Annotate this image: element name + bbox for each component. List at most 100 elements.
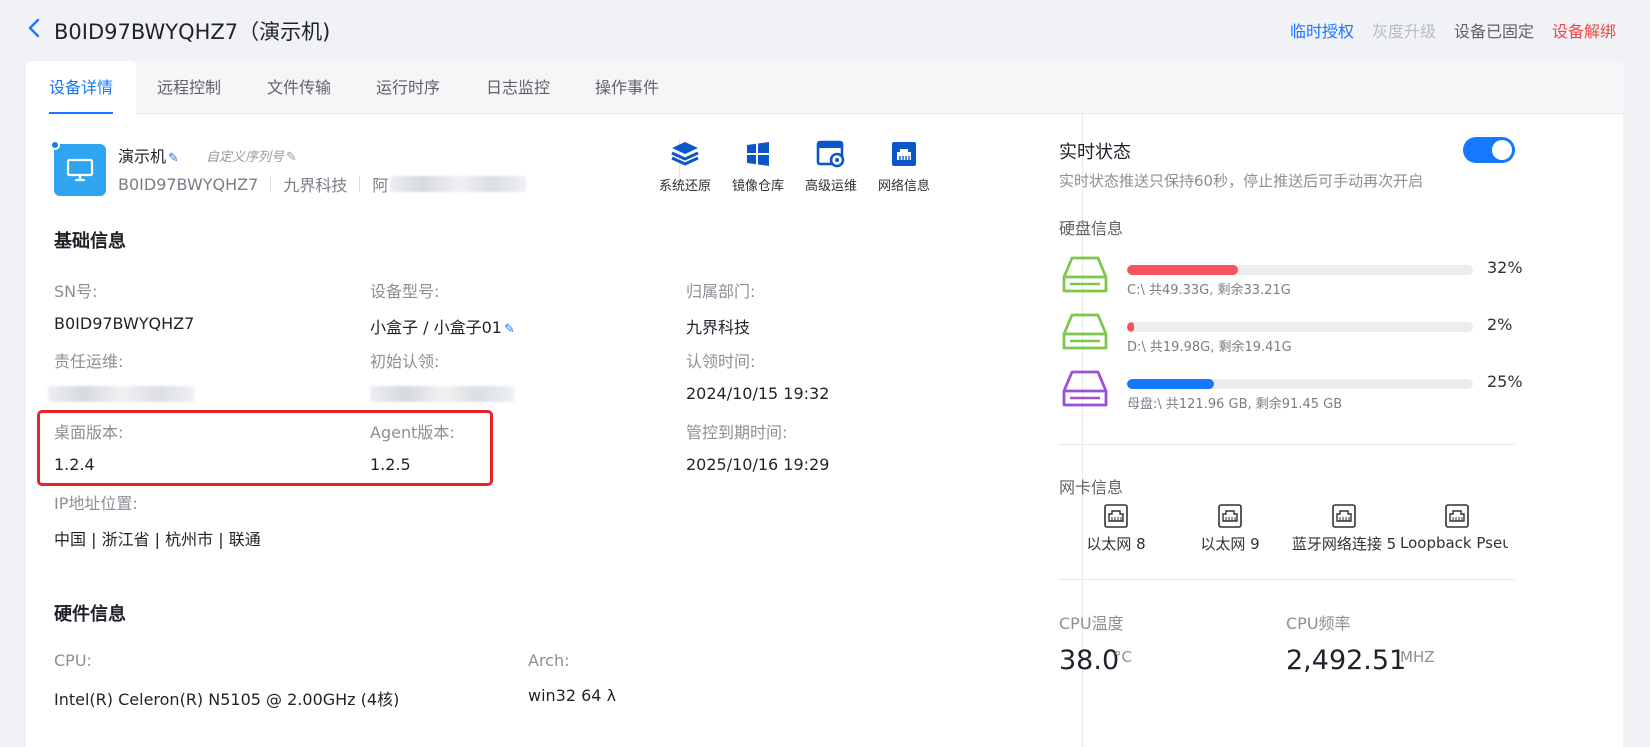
- device-sn: B0ID97BWYQHZ7: [118, 174, 259, 194]
- arch-label: Arch:: [528, 651, 570, 670]
- cpu-label: CPU:: [54, 651, 92, 670]
- window-gear-icon: [816, 140, 845, 168]
- nic-name: 以太网 9: [1200, 535, 1260, 553]
- ethernet-port-icon: [1445, 504, 1469, 528]
- disk-usage-bar: [1127, 379, 1473, 389]
- ethernet-port-icon: [1332, 504, 1356, 528]
- device-subinfo: B0ID97BWYQHZ7 九界科技 阿: [118, 172, 527, 196]
- version-highlight-box: [37, 410, 493, 486]
- divider: [1059, 444, 1515, 445]
- device-name: 演示机 ✎: [118, 143, 179, 167]
- redacted-claim: [370, 386, 514, 402]
- advanced-ops-button[interactable]: 高级运维: [799, 139, 863, 194]
- dept-value: 九界科技: [686, 318, 751, 337]
- disk-capacity-info: C:\ 共49.33G, 剩余33.21G: [1127, 283, 1291, 298]
- expire-label: 管控到期时间:: [686, 423, 788, 442]
- tool-label: 网络信息: [877, 179, 930, 194]
- dept-label: 归属部门:: [686, 282, 756, 301]
- header-actions: 临时授权 灰度升级 设备已固定 设备解绑: [1290, 18, 1616, 42]
- claim-time-label: 认领时间:: [686, 352, 756, 371]
- tool-label: 系统还原: [658, 179, 711, 194]
- tab-operation-events[interactable]: 操作事件: [595, 61, 659, 114]
- expire-value: 2025/10/16 19:29: [686, 455, 830, 474]
- tab-remote-control[interactable]: 远程控制: [157, 61, 221, 114]
- cpu-temp-label: CPU温度: [1059, 614, 1124, 633]
- cpu-freq-unit: MHZ: [1400, 648, 1435, 666]
- hard-disk-icon: [1062, 312, 1108, 356]
- tool-label: 镜像仓库: [731, 179, 784, 194]
- device-extra-prefix: 阿: [372, 176, 389, 195]
- device-fixed-button[interactable]: 设备已固定: [1454, 18, 1534, 42]
- nic-name: Loopback Pseudo: [1400, 534, 1508, 552]
- custom-sn-field[interactable]: 自定义序列号 ✎: [206, 146, 297, 165]
- edit-sn-icon[interactable]: ✎: [286, 150, 297, 165]
- ip-value: 中国 | 浙江省 | 杭州市 | 联通: [54, 530, 261, 549]
- disk-info-title: 硬盘信息: [1059, 219, 1124, 238]
- disk-usage-percent: 2%: [1487, 315, 1513, 334]
- edit-model-icon[interactable]: ✎: [504, 322, 515, 337]
- tab-log-monitor[interactable]: 日志监控: [486, 61, 550, 114]
- cpu-temp-value: 38.0: [1059, 645, 1120, 676]
- realtime-title: 实时状态: [1059, 142, 1131, 163]
- nic-item[interactable]: 蓝牙网络连接 5: [1286, 503, 1402, 554]
- cpu-temp-unit: °C: [1114, 648, 1132, 666]
- nic-name: 蓝牙网络连接 5: [1291, 535, 1397, 553]
- disk-usage-percent: 32%: [1487, 258, 1523, 277]
- nic-item[interactable]: 以太网 8: [1058, 503, 1174, 554]
- edit-name-icon[interactable]: ✎: [168, 151, 179, 166]
- device-detail-card: 设备详情 远程控制 文件传输 运行时序 日志监控 操作事件 演示机 ✎ 自定义序列…: [26, 61, 1623, 747]
- tool-label: 高级运维: [804, 179, 857, 194]
- model-label: 设备型号:: [370, 282, 440, 301]
- system-restore-button[interactable]: 系统还原: [653, 139, 717, 194]
- gray-upgrade-button[interactable]: 灰度升级: [1372, 18, 1436, 42]
- disk-usage-bar: [1127, 322, 1473, 332]
- windows-icon: [747, 142, 769, 166]
- back-arrow-icon[interactable]: [24, 16, 44, 40]
- disk-capacity-info: 母盘:\ 共121.96 GB, 剩余91.45 GB: [1127, 397, 1343, 412]
- hardware-info-title: 硬件信息: [54, 604, 126, 625]
- divider: [1059, 579, 1515, 580]
- page-title: B0ID97BWYQHZ7（演示机): [54, 20, 331, 44]
- disk-usage-fill: [1127, 322, 1134, 332]
- divider: [270, 176, 272, 192]
- hard-disk-icon: [1062, 255, 1108, 299]
- disk-capacity-info: D:\ 共19.98G, 剩余19.41G: [1127, 340, 1292, 355]
- cpu-freq-value: 2,492.51: [1286, 645, 1407, 676]
- arch-value: win32 64 λ: [528, 686, 617, 705]
- network-port-icon: [892, 142, 916, 166]
- hard-disk-icon: [1062, 369, 1108, 413]
- network-info-button[interactable]: 网络信息: [872, 139, 936, 194]
- realtime-toggle[interactable]: [1463, 137, 1515, 163]
- nic-info-title: 网卡信息: [1059, 478, 1124, 497]
- disk-usage-percent: 25%: [1487, 372, 1523, 391]
- layers-icon: [671, 142, 699, 166]
- nic-item[interactable]: 以太网 9: [1172, 503, 1288, 554]
- sn-value: B0ID97BWYQHZ7: [54, 314, 195, 333]
- custom-sn-placeholder: 自定义序列号: [206, 150, 285, 165]
- cpu-value: Intel(R) Celeron(R) N5105 @ 2.00GHz (4核): [54, 690, 400, 709]
- cpu-freq-label: CPU频率: [1286, 614, 1351, 633]
- claim-label: 初始认领:: [370, 352, 440, 371]
- model-value: 小盒子 / 小盒子01 ✎: [370, 314, 515, 338]
- ops-label: 责任运维:: [54, 352, 124, 371]
- tab-file-transfer[interactable]: 文件传输: [267, 61, 331, 114]
- device-name-text: 演示机: [118, 147, 167, 166]
- nic-name: 以太网 8: [1086, 535, 1146, 553]
- basic-info-title: 基础信息: [54, 231, 126, 252]
- tab-bar: 设备详情 远程控制 文件传输 运行时序 日志监控 操作事件: [26, 61, 1623, 114]
- ethernet-port-icon: [1104, 504, 1128, 528]
- image-repo-button[interactable]: 镜像仓库: [726, 139, 790, 194]
- sn-label: SN号:: [54, 282, 98, 301]
- monitor-icon: [54, 144, 106, 196]
- ethernet-port-icon: [1218, 504, 1242, 528]
- divider: [359, 176, 361, 192]
- claim-time-value: 2024/10/15 19:32: [686, 384, 830, 403]
- nic-item[interactable]: Loopback Pseudo: [1400, 503, 1508, 552]
- tab-runtime-sequence[interactable]: 运行时序: [376, 61, 440, 114]
- device-unbind-button[interactable]: 设备解绑: [1552, 18, 1616, 42]
- online-status-dot: [50, 140, 60, 150]
- temp-auth-button[interactable]: 临时授权: [1290, 18, 1354, 42]
- disk-usage-bar: [1127, 265, 1473, 275]
- tab-device-detail[interactable]: 设备详情: [26, 61, 137, 114]
- redacted-info: [390, 176, 527, 192]
